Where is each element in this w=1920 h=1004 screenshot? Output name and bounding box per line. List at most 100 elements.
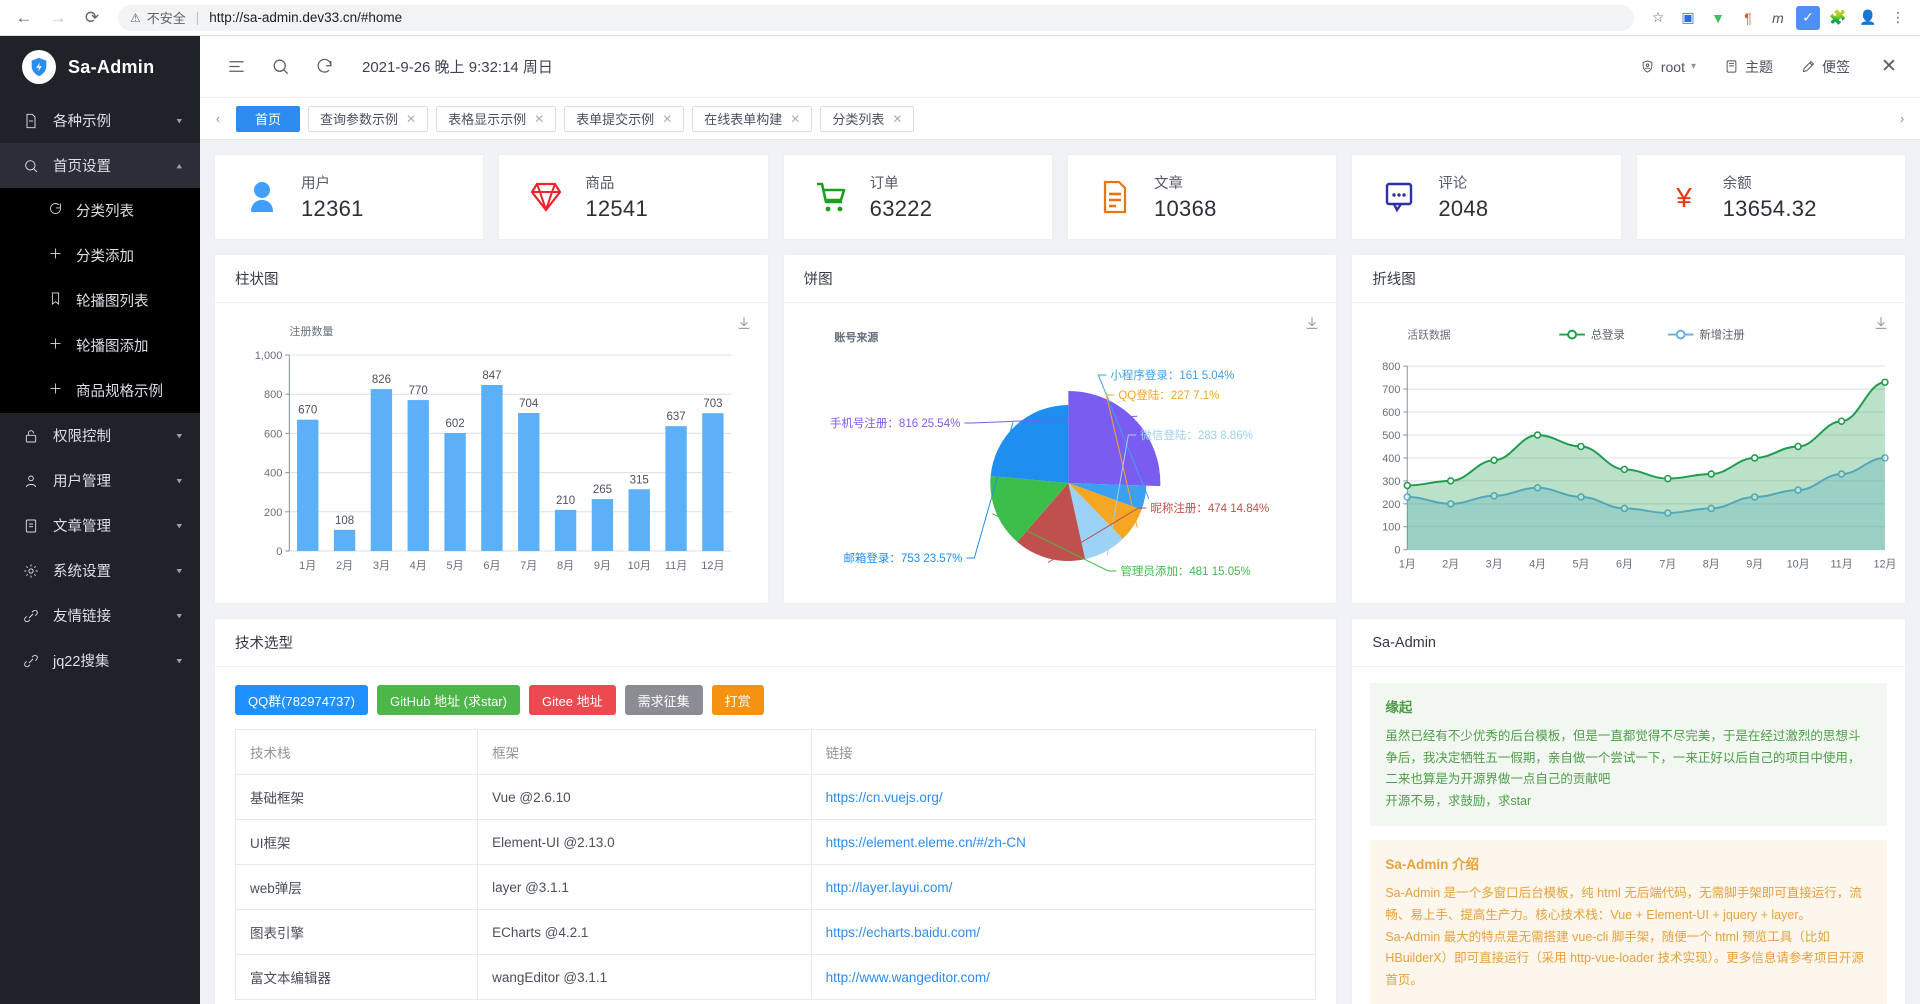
download-icon[interactable]	[736, 315, 752, 334]
sidebar-item-1[interactable]: 首页设置 ▴	[0, 143, 200, 188]
user-menu-button[interactable]: root ▾	[1628, 47, 1708, 87]
tech-link[interactable]: http://layer.layui.com/	[826, 880, 953, 895]
tech-button-0[interactable]: QQ群(782974737)	[235, 685, 368, 715]
download-icon[interactable]	[1873, 315, 1889, 334]
sidebar-subitem-0[interactable]: 分类列表	[0, 188, 200, 233]
tab-close-icon[interactable]: ✕	[406, 112, 416, 126]
svg-text:700: 700	[1383, 384, 1401, 396]
forward-arrow-icon[interactable]: →	[44, 4, 72, 32]
sidebar-item-3[interactable]: 用户管理 ▾	[0, 458, 200, 503]
search-icon[interactable]	[258, 45, 302, 89]
table-header-row: 技术栈 框架 链接	[234, 729, 1317, 775]
svg-text:108: 108	[335, 515, 354, 527]
table-header-2: 链接	[810, 729, 1317, 775]
chevron-right-icon[interactable]: ›	[1888, 98, 1916, 140]
tab-0[interactable]: 首页	[236, 105, 301, 132]
svg-text:670: 670	[298, 405, 317, 417]
stat-card-1[interactable]: 商品 12541	[498, 154, 769, 240]
m-extension-icon[interactable]: m	[1766, 6, 1790, 30]
sidebar-item-4[interactable]: 文章管理 ▾	[0, 503, 200, 548]
tab-2[interactable]: 表格显示示例 ✕	[436, 105, 557, 132]
sidebar-item-7[interactable]: jq22搜集 ▾	[0, 638, 200, 683]
svg-text:注册数量: 注册数量	[289, 324, 333, 338]
insecure-label: 不安全	[146, 11, 186, 26]
sidebar-submenu: 分类列表 分类添加 轮播图列表 轮播图添加 商品规格示例	[0, 188, 200, 413]
theme-button[interactable]: 主题	[1712, 47, 1785, 87]
note-icon	[1802, 60, 1815, 73]
tab-close-icon[interactable]: ✕	[662, 112, 672, 126]
cell-framework: wangEditor @3.1.1	[477, 954, 812, 1000]
sidebar-item-2[interactable]: 权限控制 ▾	[0, 413, 200, 458]
tech-link[interactable]: https://echarts.baidu.com/	[826, 925, 981, 940]
tab-close-icon[interactable]: ✕	[534, 112, 544, 126]
tech-button-3[interactable]: 需求征集	[624, 685, 703, 715]
stat-card-0[interactable]: 用户 12361	[214, 154, 485, 240]
tab-4[interactable]: 在线表单构建 ✕	[692, 105, 813, 132]
puzzle-extensions-icon[interactable]: 🧩	[1826, 6, 1850, 30]
stat-value: 2048	[1438, 196, 1489, 221]
tab-close-icon[interactable]: ✕	[892, 112, 902, 126]
pilcrow-extension-icon[interactable]: ¶	[1736, 6, 1760, 30]
sidebar-item-label: jq22搜集	[53, 654, 110, 670]
download-icon[interactable]	[1304, 315, 1320, 334]
tab-label: 首页	[255, 112, 282, 127]
top-toolbar: 2021-9-26 晚上 9:32:14 周日 root ▾ 主题 便签 ✕	[200, 36, 1920, 98]
sidebar-subitem-1[interactable]: 分类添加	[0, 233, 200, 278]
cell-link: https://echarts.baidu.com/	[810, 909, 1317, 955]
tab-close-icon[interactable]: ✕	[790, 112, 800, 126]
tech-link[interactable]: http://www.wangeditor.com/	[826, 970, 990, 985]
note-button[interactable]: 便签	[1789, 47, 1862, 87]
svg-text:2月: 2月	[1443, 558, 1460, 570]
tab-1[interactable]: 查询参数示例 ✕	[308, 105, 429, 132]
check-extension-icon[interactable]: ✓	[1796, 5, 1820, 30]
content-scroll-area[interactable]: 用户 12361 商品 12541 订单 63222 文章 10368 评论 2048 ¥ 余额 136…	[200, 140, 1920, 1004]
refresh-icon[interactable]	[302, 45, 346, 89]
tech-link[interactable]: https://element.eleme.cn/#/zh-CN	[826, 835, 1026, 850]
profile-avatar-icon[interactable]: 👤	[1856, 6, 1880, 30]
bar-chart[interactable]: 注册数量 0 200 400 600 800 1,000 670 1月 108 2月 826 3月 770…	[215, 303, 768, 603]
tech-button-1[interactable]: GitHub 地址 (求star)	[376, 685, 520, 715]
chevron-up-icon: ▴	[176, 161, 182, 171]
stat-card-5[interactable]: ¥ 余额 13654.32	[1635, 154, 1906, 240]
stat-card-4[interactable]: 评论 2048	[1351, 154, 1622, 240]
svg-text:315: 315	[630, 474, 649, 486]
tech-link[interactable]: https://cn.vuejs.org/	[826, 790, 943, 805]
svg-text:600: 600	[1383, 407, 1401, 419]
svg-text:600: 600	[264, 428, 282, 440]
sidebar-item-0[interactable]: 各种示例 ▾	[0, 98, 200, 143]
tech-button-4[interactable]: 打赏	[711, 685, 764, 715]
svg-text:11月: 11月	[1831, 558, 1853, 570]
bookmark-star-icon[interactable]: ☆	[1646, 6, 1670, 30]
svg-text:8月: 8月	[557, 560, 574, 572]
back-arrow-icon[interactable]: ←	[10, 4, 38, 32]
sidebar-subitem-3[interactable]: 轮播图添加	[0, 323, 200, 368]
stat-card-3[interactable]: 文章 10368	[1066, 154, 1338, 240]
pie-chart[interactable]: 账号来源 手机号注册：816 25.54% 小程序登录：161 5.04% QQ登陆：…	[784, 303, 1337, 603]
hamburger-icon[interactable]	[214, 45, 258, 89]
tab-5[interactable]: 分类列表 ✕	[820, 105, 915, 132]
tab-label: 查询参数示例	[320, 112, 399, 127]
v-extension-icon[interactable]: ▼	[1706, 6, 1730, 30]
reload-icon[interactable]: ⟳	[78, 4, 106, 32]
chevron-left-icon[interactable]: ‹	[204, 98, 232, 140]
tab-3[interactable]: 表单提交示例 ✕	[564, 105, 685, 132]
cell-link: https://element.eleme.cn/#/zh-CN	[810, 819, 1317, 865]
sidebar-item-6[interactable]: 友情链接 ▾	[0, 593, 200, 638]
stat-card-2[interactable]: 订单 63222	[782, 154, 1053, 240]
sidebar-subitem-4[interactable]: 商品规格示例	[0, 368, 200, 413]
screen-cast-icon[interactable]: ▣	[1676, 6, 1700, 30]
tech-button-2[interactable]: Gitee 地址	[528, 685, 616, 715]
close-icon[interactable]: ✕	[1866, 36, 1912, 98]
brand-logo[interactable]: Sa-Admin	[0, 36, 200, 98]
omnibox-divider: |	[195, 10, 200, 25]
tab-label: 分类列表	[832, 112, 885, 127]
chrome-menu-icon[interactable]: ⋮	[1886, 6, 1910, 30]
sidebar-subitem-2[interactable]: 轮播图列表	[0, 278, 200, 323]
sidebar-item-label: 友情链接	[53, 609, 111, 625]
address-bar[interactable]: ⚠ 不安全 | http://sa-admin.dev33.cn/#home	[118, 4, 1634, 31]
bar-chart-panel-title: 柱状图	[215, 255, 768, 303]
svg-text:100: 100	[1383, 522, 1401, 534]
line-chart[interactable]: 活跃数据 总登录 新增注册 0 100 200 300 400 500 600 700 800 1月 2月…	[1352, 303, 1905, 603]
origin-note: 缘起 虽然已经有不少优秀的后台模板，但是一直都觉得不尽完美，于是在经过激烈的思想…	[1370, 683, 1887, 827]
sidebar-item-5[interactable]: 系统设置 ▾	[0, 548, 200, 593]
